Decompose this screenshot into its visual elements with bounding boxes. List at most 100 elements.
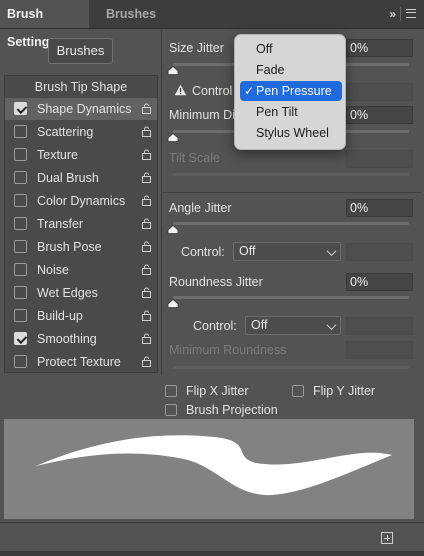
dropdown-option-stylus-wheel[interactable]: Stylus Wheel: [240, 123, 342, 143]
lock-icon[interactable]: [142, 218, 151, 229]
list-item-label: Build-up: [37, 309, 83, 323]
angle-control-select[interactable]: Off: [233, 242, 341, 261]
list-item-smoothing[interactable]: Smoothing: [5, 328, 157, 350]
brush-options-list: Brush Tip Shape Shape Dynamics Scatterin…: [4, 75, 158, 373]
lock-icon[interactable]: [142, 126, 151, 137]
size-jitter-label: Size Jitter: [169, 41, 224, 55]
lock-icon[interactable]: [142, 149, 151, 160]
roundness-control-select[interactable]: Off: [245, 316, 341, 335]
lock-icon[interactable]: [142, 103, 151, 114]
brush-projection-label: Brush Projection: [186, 403, 278, 417]
flip-x-checkbox[interactable]: [165, 385, 177, 397]
bottom-edge: [0, 551, 424, 556]
panel-divider: [161, 30, 162, 375]
angle-jitter-value[interactable]: 0%: [346, 199, 413, 217]
list-item-color-dynamics[interactable]: Color Dynamics: [5, 190, 157, 212]
collapse-icon[interactable]: »: [389, 0, 396, 28]
lock-icon[interactable]: [142, 172, 151, 183]
stroke-preview-shape: [36, 435, 392, 496]
dropdown-option-label: Pen Pressure: [256, 84, 332, 98]
menu-icon[interactable]: [406, 9, 416, 18]
dropdown-option-fade[interactable]: Fade: [240, 60, 342, 80]
checkbox-transfer[interactable]: [14, 217, 27, 230]
list-item-label: Protect Texture: [37, 355, 121, 369]
lock-icon[interactable]: [142, 241, 151, 252]
roundness-control-value: Off: [251, 318, 268, 332]
flip-x-label: Flip X Jitter: [186, 384, 249, 398]
minimum-diameter-value[interactable]: 0%: [346, 106, 413, 124]
list-item-label: Texture: [37, 148, 78, 162]
minimum-roundness-value: [346, 341, 413, 359]
roundness-jitter-value[interactable]: 0%: [346, 273, 413, 291]
minimum-roundness-label: Minimum Roundness: [169, 343, 287, 357]
section-divider: [162, 192, 422, 193]
warning-icon: [174, 84, 187, 96]
dropdown-option-pen-pressure[interactable]: ✓ Pen Pressure: [240, 81, 342, 101]
minimum-roundness-slider: [173, 366, 409, 369]
checkbox-protect-texture[interactable]: [14, 355, 27, 368]
dropdown-option-pen-tilt[interactable]: Pen Tilt: [240, 102, 342, 122]
chevron-down-icon: [326, 246, 337, 257]
brush-projection-checkbox[interactable]: [165, 404, 177, 416]
checkmark-icon: ✓: [244, 84, 255, 98]
checkbox-scattering[interactable]: [14, 125, 27, 138]
angle-control-value: Off: [239, 244, 256, 258]
list-item-wet-edges[interactable]: Wet Edges: [5, 282, 157, 304]
tab-brushes[interactable]: Brushes: [98, 0, 164, 28]
footer-divider: [0, 522, 424, 523]
lock-icon[interactable]: [142, 195, 151, 206]
flip-y-checkbox[interactable]: [292, 385, 304, 397]
roundness-jitter-label: Roundness Jitter: [169, 275, 263, 289]
list-item-protect-texture[interactable]: Protect Texture: [5, 351, 157, 373]
brushes-button[interactable]: Brushes: [48, 38, 113, 64]
checkbox-dual-brush[interactable]: [14, 171, 27, 184]
list-item-label: Brush Pose: [37, 240, 102, 254]
lock-icon[interactable]: [142, 356, 151, 367]
lock-icon[interactable]: [142, 310, 151, 321]
checkbox-wet-edges[interactable]: [14, 286, 27, 299]
new-brush-icon[interactable]: [381, 532, 393, 544]
stroke-preview: [4, 419, 414, 519]
tab-bar: Brush Settings Brushes »: [0, 0, 424, 49]
brush-tip-shape-item[interactable]: Brush Tip Shape: [5, 76, 157, 98]
checkbox-shape-dynamics[interactable]: [14, 102, 27, 115]
list-item-build-up[interactable]: Build-up: [5, 305, 157, 327]
angle-jitter-slider[interactable]: [173, 222, 409, 225]
checkbox-brush-pose[interactable]: [14, 240, 27, 253]
list-item-label: Shape Dynamics: [37, 102, 132, 116]
list-item-dual-brush[interactable]: Dual Brush: [5, 167, 157, 189]
checkbox-texture[interactable]: [14, 148, 27, 161]
list-item-transfer[interactable]: Transfer: [5, 213, 157, 235]
roundness-control-label: Control:: [193, 319, 237, 333]
list-item-label: Color Dynamics: [37, 194, 126, 208]
angle-control-label: Control:: [181, 245, 225, 259]
control-dropdown-menu: Off Fade ✓ Pen Pressure Pen Tilt Stylus …: [234, 34, 346, 150]
list-item-label: Dual Brush: [37, 171, 99, 185]
list-item-scattering[interactable]: Scattering: [5, 121, 157, 143]
size-jitter-value[interactable]: 0%: [346, 39, 413, 57]
list-item-texture[interactable]: Texture: [5, 144, 157, 166]
list-item-brush-pose[interactable]: Brush Pose: [5, 236, 157, 258]
chevron-down-icon: [326, 320, 337, 331]
size-control-field: [346, 83, 413, 101]
lock-icon[interactable]: [142, 333, 151, 344]
roundness-control-field: [346, 317, 413, 335]
angle-jitter-label: Angle Jitter: [169, 201, 232, 215]
lock-icon[interactable]: [142, 287, 151, 298]
list-item-label: Wet Edges: [37, 286, 98, 300]
tilt-scale-label: Tilt Scale: [169, 151, 220, 165]
list-item-noise[interactable]: Noise: [5, 259, 157, 281]
checkbox-color-dynamics[interactable]: [14, 194, 27, 207]
tab-brush-settings[interactable]: Brush Settings: [0, 0, 89, 49]
roundness-jitter-slider[interactable]: [173, 296, 409, 299]
flip-y-label: Flip Y Jitter: [313, 384, 376, 398]
tilt-scale-value: [346, 150, 413, 168]
dropdown-option-off[interactable]: Off: [240, 39, 342, 59]
checkbox-build-up[interactable]: [14, 309, 27, 322]
checkbox-smoothing[interactable]: [14, 332, 27, 345]
checkbox-noise[interactable]: [14, 263, 27, 276]
tab-divider: [400, 7, 401, 21]
list-item-label: Scattering: [37, 125, 94, 139]
lock-icon[interactable]: [142, 264, 151, 275]
list-item-shape-dynamics[interactable]: Shape Dynamics: [5, 98, 157, 120]
